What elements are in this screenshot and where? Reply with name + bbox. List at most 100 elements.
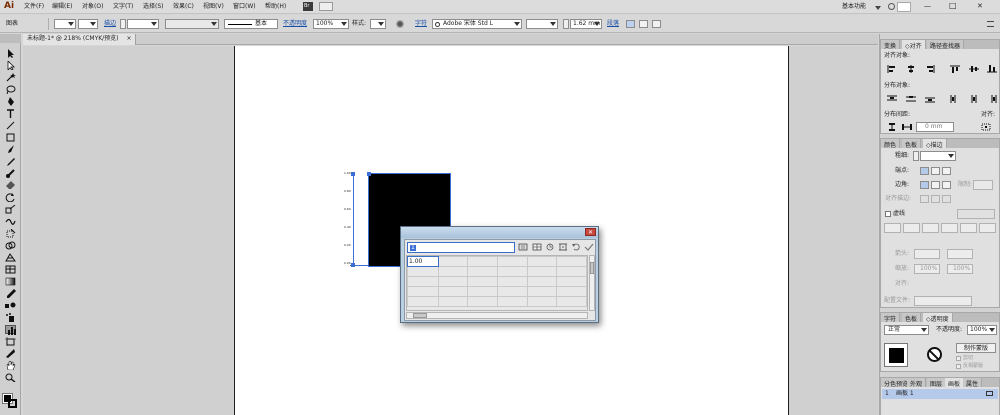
profile-dropdown[interactable]	[914, 296, 972, 306]
tab-character[interactable]: 字符	[881, 313, 901, 323]
data-grid[interactable]: 1.00	[406, 255, 588, 311]
dash-field-6[interactable]	[979, 223, 996, 233]
type-tool-icon[interactable]	[5, 109, 16, 118]
align-stroke-outside[interactable]	[942, 195, 951, 203]
align-hcenter-icon[interactable]	[906, 65, 916, 73]
distribute-vcenter-icon[interactable]	[906, 95, 916, 103]
selection-anchor[interactable]	[367, 172, 371, 176]
menu-window[interactable]: 窗口(W)	[233, 4, 256, 10]
rotate-tool-icon[interactable]	[5, 193, 16, 202]
bevel-join-button[interactable]	[942, 181, 951, 189]
menu-view[interactable]: 视图(V)	[203, 4, 224, 10]
switch-xy-icon[interactable]	[545, 243, 555, 251]
line-tool-icon[interactable]	[5, 121, 16, 130]
eyedropper-tool-icon[interactable]	[5, 289, 16, 298]
table-cell[interactable]	[556, 256, 587, 267]
table-cell[interactable]	[556, 296, 587, 307]
horizontal-scrollbar[interactable]	[406, 312, 588, 319]
search-input[interactable]	[897, 2, 911, 12]
table-cell[interactable]	[467, 296, 499, 307]
magic-wand-tool-icon[interactable]	[5, 73, 16, 82]
projecting-cap-button[interactable]	[942, 167, 951, 175]
tab-close-icon[interactable]: ×	[126, 35, 131, 42]
vertical-scrollbar[interactable]	[589, 255, 595, 311]
make-mask-button[interactable]: 制作蒙版	[956, 343, 996, 353]
tab-attributes[interactable]: 属性	[963, 378, 983, 388]
hand-tool-icon[interactable]	[5, 361, 16, 370]
dash-field-3[interactable]	[922, 223, 939, 233]
selection-anchor[interactable]	[351, 263, 355, 267]
distribute-hspace-icon[interactable]	[902, 123, 912, 131]
cell-entry-field[interactable]: 1	[407, 242, 515, 253]
align-left-button[interactable]	[626, 20, 635, 28]
character-link[interactable]: 字符	[415, 21, 427, 27]
font-family-field[interactable]: Adobe 宋体 Std L	[432, 19, 522, 29]
object-thumbnail[interactable]	[884, 343, 908, 367]
table-cell[interactable]	[407, 266, 439, 277]
invert-mask-checkbox[interactable]	[956, 364, 961, 369]
tab-transparency[interactable]: ◇透明度	[923, 313, 953, 323]
table-cell[interactable]	[467, 286, 499, 297]
arrange-docs-button[interactable]	[319, 2, 333, 11]
table-cell[interactable]	[437, 276, 469, 287]
font-style-field[interactable]	[526, 19, 558, 29]
free-transform-tool-icon[interactable]	[5, 229, 16, 238]
table-cell[interactable]	[526, 276, 558, 287]
distribute-hcenter-icon[interactable]	[969, 95, 979, 103]
zoom-tool-icon[interactable]	[5, 373, 16, 382]
paintbrush-tool-icon[interactable]	[5, 145, 16, 154]
butt-cap-button[interactable]	[920, 167, 929, 175]
tab-layers[interactable]: 图层	[927, 378, 947, 388]
shape-builder-tool-icon[interactable]	[5, 241, 16, 250]
mesh-tool-icon[interactable]	[5, 265, 16, 274]
stroke-swatch-dropdown[interactable]	[78, 19, 98, 29]
tools-panel-grip[interactable]	[0, 34, 21, 43]
table-cell[interactable]	[437, 286, 469, 297]
document-tab[interactable]: 未标题-1* @ 218% (CMYK/预览) ×	[23, 34, 137, 45]
blend-mode-dropdown[interactable]: 正常	[884, 325, 929, 335]
table-cell[interactable]	[556, 266, 587, 277]
table-cell[interactable]	[497, 286, 528, 297]
direct-selection-tool-icon[interactable]	[5, 61, 16, 70]
scrollbar-thumb[interactable]	[590, 262, 594, 274]
paragraph-link[interactable]: 段落	[607, 21, 619, 27]
menu-type[interactable]: 文字(T)	[113, 4, 133, 10]
distribute-left-icon[interactable]	[950, 95, 960, 103]
spacing-field[interactable]: 0 mm	[916, 122, 954, 132]
dashed-checkbox[interactable]	[885, 211, 891, 217]
table-cell[interactable]	[437, 266, 469, 277]
tab-color[interactable]: 颜色	[881, 139, 901, 149]
clip-checkbox[interactable]	[956, 356, 961, 361]
lasso-tool-icon[interactable]	[5, 85, 16, 94]
table-cell[interactable]	[467, 256, 499, 267]
menu-help[interactable]: 帮助(H)	[265, 4, 286, 10]
limit-field[interactable]	[973, 180, 993, 190]
scrollbar-thumb[interactable]	[413, 313, 427, 318]
table-cell[interactable]	[437, 256, 469, 267]
blob-brush-tool-icon[interactable]	[5, 169, 16, 178]
opacity-link[interactable]: 不透明度	[283, 21, 307, 27]
transpose-icon[interactable]	[532, 243, 542, 251]
menu-effect[interactable]: 效果(C)	[173, 4, 194, 10]
stroke-color-swatch[interactable]	[8, 399, 17, 408]
start-arrow-dropdown[interactable]	[914, 249, 940, 259]
pencil-tool-icon[interactable]	[5, 157, 16, 166]
align-right-button[interactable]	[652, 20, 661, 28]
table-cell[interactable]	[407, 296, 439, 307]
panel-menu-icon[interactable]	[987, 21, 994, 27]
recolor-icon[interactable]	[396, 20, 404, 28]
align-right-icon[interactable]	[925, 65, 935, 73]
scale-tool-icon[interactable]	[5, 205, 16, 214]
tab-swatches[interactable]: 色板	[902, 139, 922, 149]
tab-artboards[interactable]: 画板	[945, 378, 965, 388]
align-stroke-inside[interactable]	[931, 195, 940, 203]
dash-field-2[interactable]	[903, 223, 920, 233]
gradient-tool-icon[interactable]	[5, 277, 16, 286]
align-stroke-center[interactable]	[920, 195, 929, 203]
table-cell[interactable]	[407, 286, 439, 297]
align-left-icon[interactable]	[887, 65, 897, 73]
opacity-field[interactable]: 100%	[313, 19, 349, 29]
import-data-icon[interactable]	[518, 243, 528, 251]
tab-transform[interactable]: 变换	[881, 40, 901, 50]
brush-preview[interactable]: 基本	[224, 19, 278, 29]
